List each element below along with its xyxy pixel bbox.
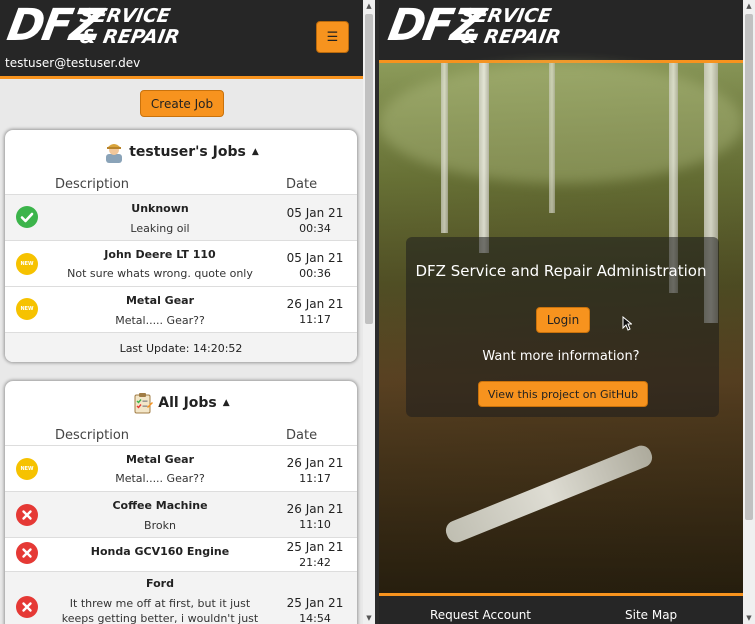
status-done-icon [16, 206, 38, 228]
job-title: Honda GCV160 Engine [90, 545, 230, 558]
more-info-text: Want more information? [482, 349, 640, 364]
status-new-icon: NEW [16, 253, 38, 275]
job-description: Metal..... Gear?? [115, 472, 205, 485]
column-date: Date [286, 177, 318, 192]
job-date: 25 Jan 21 [286, 596, 344, 610]
job-description: Brokn [144, 519, 176, 532]
job-description: Leaking oil [130, 222, 190, 235]
login-button[interactable]: Login [536, 307, 590, 333]
my-jobs-title: testuser's Jobs [129, 144, 246, 160]
create-job-button[interactable]: Create Job [140, 90, 224, 117]
job-date: 05 Jan 21 [286, 251, 344, 265]
job-time: 00:34 [299, 222, 331, 235]
job-title: John Deere LT 110 [104, 248, 216, 261]
checklist-icon [132, 392, 154, 414]
admin-heading: DFZ Service and Repair Administration [415, 262, 707, 280]
job-title: Ford [146, 577, 174, 590]
all-jobs-title: All Jobs [158, 395, 217, 411]
job-description: keeps getting better, i wouldn't just [61, 612, 259, 624]
scrollbar-thumb[interactable] [365, 14, 373, 324]
job-time: 00:36 [299, 267, 331, 280]
left-scrollbar[interactable]: ▲ ▼ [363, 0, 375, 624]
job-date: 25 Jan 21 [286, 540, 344, 554]
tree-trunk [441, 63, 448, 233]
all-jobs-card: All Jobs ▲ Description Date NEW Metal Ge… [5, 381, 357, 624]
job-title: Metal Gear [125, 453, 195, 466]
right-scrollbar[interactable]: ▲ ▼ [743, 0, 755, 624]
logo-repair: & REPAIR [78, 26, 182, 48]
tree-trunk [549, 63, 555, 213]
status-new-icon: NEW [16, 298, 38, 320]
job-date: 26 Jan 21 [286, 297, 344, 311]
tree-trunk [479, 63, 489, 253]
logo-service: SERVICE [78, 5, 173, 27]
scroll-up-icon[interactable]: ▲ [363, 0, 375, 12]
scroll-up-icon[interactable]: ▲ [743, 0, 755, 12]
table-row[interactable]: Unknown Leaking oil 05 Jan 21 00:34 [5, 194, 357, 241]
column-description: Description [55, 177, 130, 192]
scrollbar-thumb[interactable] [745, 14, 753, 520]
logo-service: SERVICE [459, 5, 554, 27]
all-jobs-header[interactable]: All Jobs ▲ [5, 391, 357, 415]
site-map-link[interactable]: Site Map [625, 608, 677, 622]
user-email: testuser@testuser.dev [5, 56, 141, 70]
jobs-pane: DFZ SERVICE & REPAIR ☰ testuser@testuser… [0, 0, 363, 624]
job-description: Metal..... Gear?? [115, 314, 205, 327]
job-date: 05 Jan 21 [286, 206, 344, 220]
job-title: Metal Gear [125, 294, 195, 307]
table-row[interactable]: NEW Metal Gear Metal..... Gear?? 26 Jan … [5, 286, 357, 333]
scroll-down-icon[interactable]: ▼ [363, 612, 375, 624]
table-row[interactable]: Ford It threw me off at first, but it ju… [5, 571, 357, 624]
fallen-log [442, 442, 656, 546]
top-header: DFZ SERVICE & REPAIR [379, 0, 743, 63]
hamburger-icon: ☰ [326, 29, 339, 45]
status-cancelled-icon [16, 542, 38, 564]
job-date: 26 Jan 21 [286, 502, 344, 516]
collapse-caret-icon: ▲ [222, 398, 230, 408]
mechanic-avatar-icon [103, 141, 125, 163]
job-time: 11:10 [299, 518, 331, 531]
brand-logo[interactable]: DFZ SERVICE & REPAIR [385, 0, 563, 51]
job-time: 11:17 [299, 472, 331, 485]
status-cancelled-icon [16, 596, 38, 618]
job-title: Unknown [131, 202, 189, 215]
top-header: DFZ SERVICE & REPAIR ☰ testuser@testuser… [0, 0, 363, 79]
logo-repair: & REPAIR [459, 26, 563, 48]
column-date: Date [286, 428, 318, 443]
hamburger-menu-button[interactable]: ☰ [316, 21, 349, 53]
brand-logo[interactable]: DFZ SERVICE & REPAIR [4, 0, 182, 51]
table-row[interactable]: NEW Metal Gear Metal..... Gear?? 26 Jan … [5, 445, 357, 492]
job-time: 21:42 [299, 556, 331, 569]
github-button[interactable]: View this project on GitHub [478, 381, 648, 407]
job-title: Coffee Machine [112, 499, 208, 512]
new-badge-text: NEW [20, 261, 34, 267]
login-pane: DFZ SERVICE & REPAIR DFZ Service and Rep… [379, 0, 743, 624]
collapse-caret-icon: ▲ [251, 147, 259, 157]
request-account-link[interactable]: Request Account [430, 608, 531, 622]
column-description: Description [55, 428, 130, 443]
job-description: It threw me off at first, but it just [69, 597, 251, 610]
job-description: Not sure whats wrong. quote only [67, 267, 253, 280]
status-cancelled-icon [16, 504, 38, 526]
job-time: 14:54 [299, 612, 331, 624]
job-time: 11:17 [299, 313, 331, 326]
sky-glow [379, 63, 743, 183]
table-row[interactable]: Honda GCV160 Engine 25 Jan 21 21:42 [5, 537, 357, 572]
last-update: Last Update: 14:20:52 [5, 332, 357, 362]
my-jobs-header[interactable]: testuser's Jobs ▲ [5, 140, 357, 164]
new-badge-text: NEW [20, 466, 34, 472]
my-jobs-card: testuser's Jobs ▲ Description Date Unkno… [5, 130, 357, 362]
status-new-icon: NEW [16, 458, 38, 480]
scroll-down-icon[interactable]: ▼ [743, 612, 755, 624]
table-row[interactable]: NEW John Deere LT 110 Not sure whats wro… [5, 240, 357, 287]
table-row[interactable]: Coffee Machine Brokn 26 Jan 21 11:10 [5, 491, 357, 538]
footer: Request Account Site Map [379, 593, 743, 624]
new-badge-text: NEW [20, 306, 34, 312]
mouse-cursor-icon [622, 315, 633, 335]
job-date: 26 Jan 21 [286, 456, 344, 470]
